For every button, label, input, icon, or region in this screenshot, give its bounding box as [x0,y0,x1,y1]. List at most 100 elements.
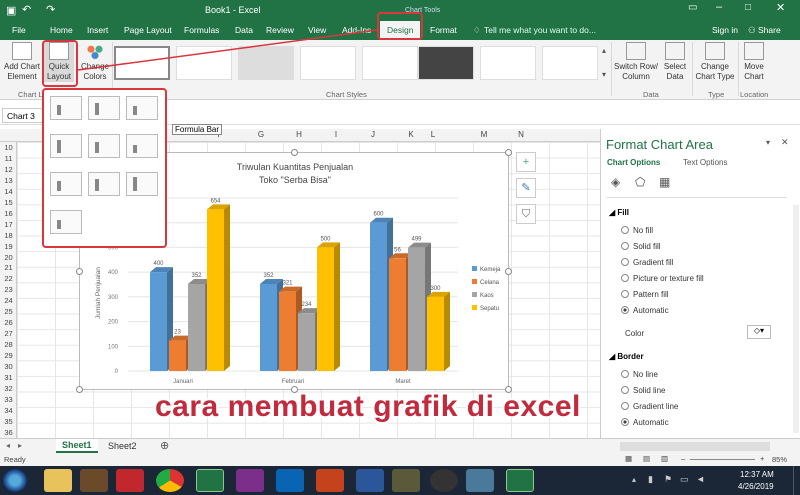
flag-icon[interactable]: ⚑ [664,474,672,485]
row-header-20[interactable]: 20 [0,253,17,262]
column-header-i[interactable]: I [321,130,351,139]
tab-file[interactable]: File [12,25,26,35]
sheet-tab-sheet2[interactable]: Sheet2 [102,440,143,452]
outlook-icon[interactable] [276,469,304,492]
row-header-18[interactable]: 18 [0,231,17,240]
zoom-level[interactable]: 85% [772,455,787,464]
fill-gradient-option[interactable]: Gradient fill [621,258,673,267]
start-button-icon[interactable] [3,469,27,492]
zoom-slider[interactable] [690,459,755,460]
row-header-19[interactable]: 19 [0,242,17,251]
row-header-25[interactable]: 25 [0,307,17,316]
show-desktop-button[interactable] [793,466,800,495]
row-header-33[interactable]: 33 [0,395,17,404]
row-header-32[interactable]: 32 [0,384,17,393]
horizontal-scrollbar[interactable] [620,442,770,451]
next-sheet-icon[interactable]: ▸ [18,441,22,450]
sign-in-link[interactable]: Sign in [712,25,738,35]
acrobat-icon[interactable] [116,469,144,492]
move-chart-button[interactable]: Move Chart [740,42,768,82]
pane-scrollbar[interactable] [793,205,799,433]
border-no-line-option[interactable]: No line [621,370,658,379]
chart-filter-icon[interactable]: ⛉ [516,204,536,224]
pane-dropdown-icon[interactable]: ▾ [766,138,770,147]
row-header-35[interactable]: 35 [0,417,17,426]
resize-handle[interactable] [505,268,512,275]
resize-handle[interactable] [505,149,512,156]
row-header-14[interactable]: 14 [0,187,17,196]
tray-arrow-icon[interactable]: ▴ [632,475,636,484]
row-header-30[interactable]: 30 [0,362,17,371]
layout-option-4[interactable] [50,134,82,158]
sheet-tab-sheet1[interactable]: Sheet1 [56,439,98,453]
more-styles-icon[interactable]: ▾ [602,70,606,79]
border-solid-line-option[interactable]: Solid line [621,386,665,395]
row-header-28[interactable]: 28 [0,340,17,349]
close-icon[interactable]: ✕ [776,1,785,14]
row-header-15[interactable]: 15 [0,198,17,207]
switch-row-column-button[interactable]: Switch Row/ Column [613,42,659,82]
change-chart-type-button[interactable]: Change Chart Type [694,42,736,82]
border-gradient-line-option[interactable]: Gradient line [621,402,678,411]
row-header-23[interactable]: 23 [0,285,17,294]
layout-option-3[interactable] [126,96,158,120]
column-header-l[interactable]: L [418,130,448,139]
row-header-31[interactable]: 31 [0,373,17,382]
size-properties-icon[interactable]: ▦ [659,175,670,189]
pane-close-icon[interactable]: ✕ [781,137,789,148]
chrome-icon[interactable] [156,469,184,492]
page-layout-view-icon[interactable]: ▤ [643,454,650,463]
row-header-29[interactable]: 29 [0,351,17,360]
row-header-16[interactable]: 16 [0,209,17,218]
save-icon[interactable]: ▣ [6,4,16,17]
tab-chart-options[interactable]: Chart Options [607,158,660,167]
effects-icon[interactable]: ⬠ [635,175,645,189]
chart-elements-plus-icon[interactable]: + [516,152,536,172]
row-header-21[interactable]: 21 [0,263,17,272]
row-header-12[interactable]: 12 [0,165,17,174]
layout-option-10[interactable] [50,210,82,234]
select-data-button[interactable]: Select Data [661,42,689,82]
word-icon[interactable] [356,469,384,492]
share-button[interactable]: ⚇ Share [748,25,781,36]
normal-view-icon[interactable]: ▦ [625,454,632,463]
row-header-22[interactable]: 22 [0,274,17,283]
row-header-13[interactable]: 13 [0,176,17,185]
onenote-icon[interactable] [236,469,264,492]
add-sheet-icon[interactable]: ⊕ [160,439,169,452]
tab-home[interactable]: Home [50,25,73,35]
border-section-header[interactable]: ◢ Border [609,352,644,361]
row-header-27[interactable]: 27 [0,329,17,338]
clock-time[interactable]: 12:37 AM [740,470,774,479]
layout-option-9[interactable] [126,172,158,196]
row-header-24[interactable]: 24 [0,296,17,305]
zoom-out-icon[interactable]: – [681,454,685,463]
fill-pattern-option[interactable]: Pattern fill [621,290,669,299]
fill-section-header[interactable]: ◢ Fill [609,208,629,217]
chart-styles-brush-icon[interactable]: ✎ [516,178,536,198]
row-header-11[interactable]: 11 [0,154,17,163]
app-icon[interactable] [430,469,458,492]
maximize-icon[interactable]: □ [745,2,751,13]
redo-icon[interactable]: ↷ [46,3,55,16]
minimize-icon[interactable]: – [716,1,722,13]
layout-option-6[interactable] [126,134,158,158]
app-icon[interactable] [392,469,420,492]
volume-icon[interactable]: ◄ [696,474,705,484]
resize-handle[interactable] [76,268,83,275]
fill-line-icon[interactable]: ◈ [611,175,620,189]
chart-style-8[interactable] [542,46,598,80]
resize-handle[interactable] [291,149,298,156]
fill-picture-option[interactable]: Picture or texture fill [621,274,704,283]
scroll-up-icon[interactable]: ▴ [602,46,606,55]
row-header-17[interactable]: 17 [0,220,17,229]
excel-icon[interactable] [196,469,224,492]
undo-icon[interactable]: ↶ [22,3,31,16]
border-automatic-option[interactable]: Automatic [621,418,669,427]
layout-option-5[interactable] [88,134,120,158]
layout-option-1[interactable] [50,96,82,120]
row-header-10[interactable]: 10 [0,143,17,152]
color-picker-button[interactable]: ◇▾ [747,325,771,339]
column-header-m[interactable]: M [469,130,499,139]
column-header-h[interactable]: H [284,130,314,139]
